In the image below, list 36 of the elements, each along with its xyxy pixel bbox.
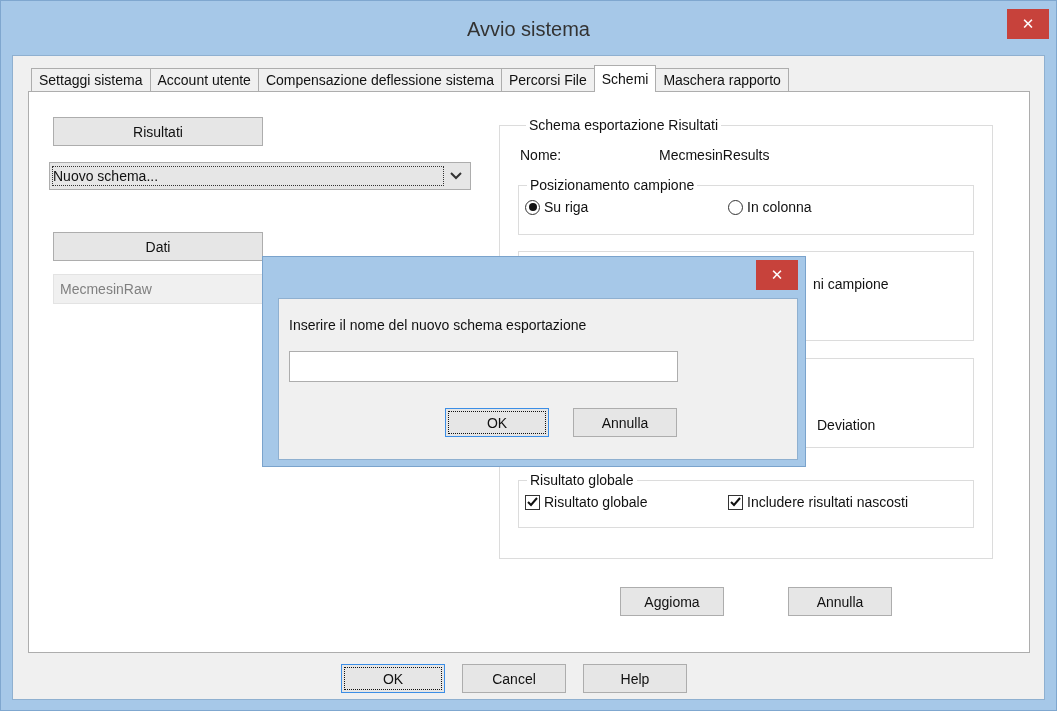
input-field[interactable]: [289, 351, 678, 382]
checkbox[interactable]: [728, 494, 743, 510]
checkbox[interactable]: [525, 494, 540, 510]
tab[interactable]: Maschera rapporto: [655, 68, 789, 91]
radio-option[interactable]: Su riga: [525, 199, 728, 215]
name-value: MecmesinResults: [659, 147, 770, 165]
data-button[interactable]: Dati: [53, 232, 263, 261]
group-title: Schema esportazione Risultati: [528, 117, 720, 133]
dialog-button[interactable]: Annulla: [788, 587, 892, 616]
close-button[interactable]: ✕: [1007, 9, 1049, 39]
group-title: Posizionamento campione: [529, 177, 696, 193]
tab[interactable]: Compensazione deflessione sistema: [257, 68, 502, 91]
dialog-button[interactable]: Aggioma: [620, 587, 724, 616]
results-button[interactable]: Risultati: [53, 117, 263, 146]
checkbox-option[interactable]: Risultato globale: [525, 494, 728, 510]
dialog-button[interactable]: OK: [445, 408, 549, 437]
list-item[interactable]: MecmesinRaw: [60, 281, 152, 297]
scheme-dropdown[interactable]: Nuovo schema...: [49, 162, 471, 190]
tab[interactable]: Schemi: [593, 65, 657, 92]
name-label: Nome:: [520, 147, 563, 165]
checkbox-option[interactable]: Includere risultati nascosti: [728, 494, 931, 510]
chevron-down-icon: [450, 172, 462, 180]
close-button[interactable]: ✕: [756, 260, 798, 290]
radio-button[interactable]: [728, 199, 743, 215]
group-text: Deviation: [817, 417, 876, 433]
tab[interactable]: Settaggi sistema: [31, 68, 151, 91]
footer-button[interactable]: Help: [583, 664, 687, 693]
window-title: Avvio sistema: [467, 18, 590, 42]
dialog-button[interactable]: Annulla: [573, 408, 677, 437]
radio-button[interactable]: [525, 199, 540, 215]
group-text: ni campione: [813, 276, 889, 292]
group-title: Risultato globale: [529, 472, 635, 488]
radio-option[interactable]: In colonna: [728, 199, 931, 215]
footer-button[interactable]: OK: [341, 664, 445, 693]
prompt-text: Inserire il nome del nuovo schema esportazione: [289, 317, 588, 335]
footer-button[interactable]: Cancel: [462, 664, 566, 693]
